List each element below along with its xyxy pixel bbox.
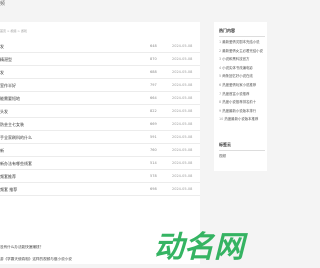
hot-item-number: 4 — [219, 65, 222, 70]
table-row[interactable]: 发 648 2024-05-08 — [0, 40, 200, 53]
publish-date: 2024-05-08 — [172, 83, 193, 87]
hot-item[interactable]: 9 热度最新小说版本排行 — [219, 107, 267, 116]
hot-item-label[interactable]: 热度最新小说版本推荐 — [224, 117, 258, 121]
hot-item-number: 3 — [219, 57, 222, 62]
hot-item-label[interactable]: 热度小说推荐排名前十 — [222, 100, 256, 104]
article-title[interactable]: 精湛型 — [0, 57, 12, 63]
view-count: 669 — [150, 122, 157, 126]
article-title[interactable]: 新办法有哪些线套 — [0, 161, 32, 167]
hot-item-label[interactable]: 热度爱情玩家小说推荐 — [222, 83, 256, 87]
hot-item-label[interactable]: 热度最新小说版本排行 — [222, 109, 256, 113]
hot-item-label[interactable]: 最新爱情灵剧本完结小说 — [222, 40, 259, 44]
hot-item[interactable]: 3 小说和黑科技官方 — [219, 55, 267, 64]
view-count: 514 — [150, 161, 157, 165]
publish-date: 2024-05-08 — [172, 96, 193, 100]
table-row[interactable]: 频套 推荐 698 2024-05-08 — [0, 183, 200, 196]
publish-date: 2024-05-08 — [172, 174, 193, 178]
publish-date: 2024-05-08 — [172, 148, 193, 152]
table-row[interactable]: 新办法有哪些线套 514 2024-05-08 — [0, 157, 200, 170]
hot-item[interactable]: 2 最新爱情女主必看完结小说 — [219, 47, 267, 56]
article-title[interactable]: 防芸主七女装 — [0, 122, 24, 128]
hot-item[interactable]: 1 最新爱情灵剧本完结小说 — [219, 38, 267, 47]
watermark-logo: 动名网 — [152, 227, 267, 265]
article-title[interactable]: 频套推荐 — [0, 174, 16, 180]
publish-date: 2024-05-08 — [172, 187, 193, 191]
table-row[interactable]: 手全家刷科的什么 591 2024-05-08 — [0, 131, 200, 144]
hot-item[interactable]: 10 热度最新小说版本推荐 — [219, 115, 267, 124]
heading-divider — [219, 36, 265, 37]
view-count: 797 — [150, 83, 157, 87]
tag-heading: 标签云 — [219, 142, 231, 147]
tag-link[interactable]: 视频 — [219, 154, 226, 159]
view-count: 688 — [150, 70, 157, 74]
hot-item-label[interactable]: 小说和黑科技官方 — [222, 57, 249, 61]
publish-date: 2024-05-08 — [172, 57, 193, 61]
table-row[interactable]: 室作半好 797 2024-05-08 — [0, 79, 200, 92]
hot-item-number: 6 — [219, 82, 222, 87]
publish-date: 2024-05-08 — [172, 161, 193, 165]
article-title[interactable]: 发 — [0, 44, 4, 50]
article-title[interactable]: 频套 推荐 — [0, 187, 17, 193]
hot-list: 1 最新爱情灵剧本完结小说 2 最新爱情女主必看完结小说 3 小说和黑科技官方 4 小… — [219, 38, 267, 124]
table-row[interactable]: 头发 822 2024-05-08 — [0, 105, 200, 118]
sidebar-tag: 标签云 视频 — [214, 136, 267, 171]
article-title[interactable]: 室作半好 — [0, 83, 16, 89]
article-title[interactable]: 手全家刷科的什么 — [0, 135, 32, 141]
hot-item[interactable]: 7 热度首富小说推荐 — [219, 90, 267, 99]
table-row[interactable]: 发 688 2024-05-08 — [0, 66, 200, 79]
publish-date: 2024-05-08 — [172, 122, 193, 126]
watermark-text: 动名网 — [154, 230, 248, 264]
publish-date: 2024-05-08 — [172, 70, 193, 74]
hot-item-label[interactable]: 小说实体书改编电影 — [222, 66, 253, 70]
hot-heading: 热门内容 — [219, 28, 235, 33]
sidebar-hot: 热门内容 1 最新爱情灵剧本完结小说 2 最新爱情女主必看完结小说 3 小说和黑科技… — [214, 22, 267, 142]
article-title[interactable]: 发 — [0, 70, 4, 76]
table-row[interactable]: 防芸主七女装 669 2024-05-08 — [0, 118, 200, 131]
hot-item-number: 2 — [219, 48, 222, 53]
breadcrumb[interactable]: 首页 > 视频 > 游戏 — [0, 29, 27, 33]
hot-item-number: 10 — [219, 117, 224, 122]
hot-item[interactable]: 4 小说实体书改编电影 — [219, 64, 267, 73]
table-row[interactable]: 新 760 2024-05-08 — [0, 144, 200, 157]
view-count: 648 — [150, 44, 157, 48]
article-title[interactable]: 新 — [0, 148, 4, 154]
publish-date: 2024-05-08 — [172, 109, 193, 113]
table-row[interactable]: 频套推荐 578 2024-05-08 — [0, 170, 200, 183]
view-count: 664 — [150, 96, 157, 100]
article-title[interactable]: 能需要短地 — [0, 96, 20, 102]
heading-divider — [219, 150, 265, 151]
hot-item-number: 1 — [219, 40, 222, 44]
table-row[interactable]: 能需要短地 664 2024-05-08 — [0, 92, 200, 105]
article-list: 发 648 2024-05-08 精湛型 870 2024-05-08 发 688 2024-0… — [0, 40, 200, 196]
view-count: 822 — [150, 109, 157, 113]
table-row[interactable]: 精湛型 870 2024-05-08 — [0, 53, 200, 66]
hot-item-number: 8 — [219, 100, 222, 105]
publish-date: 2024-05-08 — [172, 44, 193, 48]
view-count: 578 — [150, 174, 157, 178]
hot-item-number: 7 — [219, 91, 222, 96]
view-count: 698 — [150, 187, 157, 191]
hot-item-number: 9 — [219, 108, 222, 113]
view-count: 870 — [150, 57, 157, 61]
hot-item-number: 5 — [219, 74, 222, 79]
view-count: 591 — [150, 135, 157, 139]
article-title[interactable]: 头发 — [0, 109, 8, 115]
hot-item-label[interactable]: 最新爱情女主必看完结小说 — [222, 49, 263, 53]
publish-date: 2024-05-08 — [172, 135, 193, 139]
hot-item-label[interactable]: 热度首富小说推荐 — [222, 92, 249, 96]
hot-item[interactable]: 8 热度小说推荐排名前十 — [219, 98, 267, 107]
view-count: 760 — [150, 148, 157, 152]
hot-item[interactable]: 6 热度爱情玩家小说推荐 — [219, 81, 267, 90]
page-title: 频 — [0, 1, 6, 7]
hot-item[interactable]: 5 两条回忆好小说在线 — [219, 72, 267, 81]
hot-item-label[interactable]: 两条回忆好小说在线 — [222, 74, 253, 78]
